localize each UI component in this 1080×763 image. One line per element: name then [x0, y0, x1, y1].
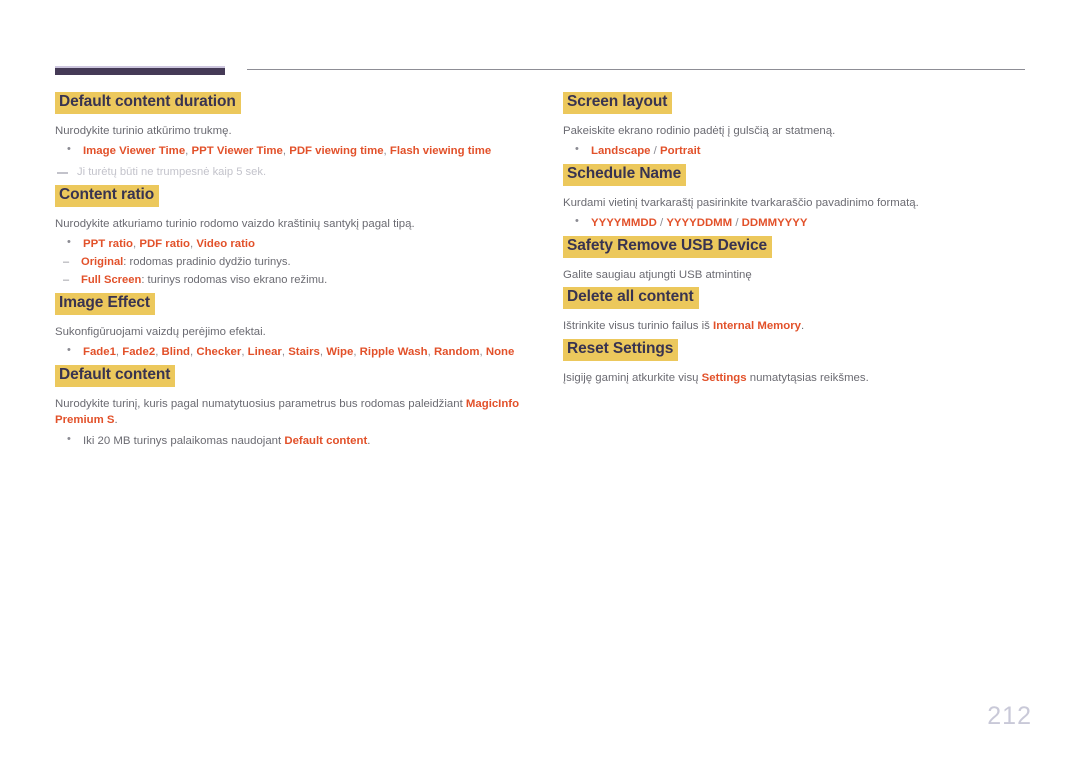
section-body: Kurdami vietinį tvarkaraštį pasirinkite …: [563, 195, 1033, 232]
section-body: Galite saugiau atjungti USB atmintinę: [563, 267, 1033, 284]
highlighted-term: PPT Viewer Time: [191, 145, 283, 158]
option-list: Iki 20 MB turinys palaikomas naudojant D…: [55, 432, 535, 450]
manual-section: Default content duration Nurodykite turin…: [55, 92, 535, 181]
section-body: Sukonfigūruojami vaizdų perėjimo efektai…: [55, 324, 535, 361]
manual-section: Safety Remove USB Device Galite saugiau a…: [563, 235, 1033, 284]
highlighted-term: None: [485, 346, 515, 359]
section-heading: Safety Remove USB Device: [563, 235, 773, 258]
option-list: Fade1, Fade2, Blind, Checker, Linear, St…: [55, 343, 535, 361]
highlighted-term: Flash viewing time: [389, 145, 492, 158]
highlighted-term: Ripple Wash: [359, 346, 428, 359]
section-heading: Default content duration: [55, 92, 241, 114]
text-run: : rodomas pradinio dydžio turinys.: [123, 255, 291, 268]
page-header-rules: [0, 0, 1080, 80]
section-heading: Schedule Name: [563, 163, 687, 186]
highlighted-term: Wipe: [326, 346, 354, 359]
highlighted-term: PDF ratio: [139, 238, 190, 251]
option-list: PPT ratio, PDF ratio, Video ratio Origina…: [55, 235, 535, 289]
section-description: Ištrinkite visus turinio failus iš Inter…: [563, 318, 1033, 335]
manual-section: Image Effect Sukonfigūruojami vaizdų perė…: [55, 292, 535, 361]
highlighted-term: PDF viewing time: [289, 145, 384, 158]
highlighted-term: Fade2: [122, 346, 156, 359]
text-run: : turinys rodomas viso ekrano režimu.: [141, 273, 328, 286]
text-run: numatytąsias reikšmes.: [746, 371, 869, 384]
section-body: Ištrinkite visus turinio failus iš Inter…: [563, 318, 1033, 335]
highlighted-term: Video ratio: [196, 238, 255, 251]
section-heading: Image Effect: [55, 292, 155, 315]
highlighted-term: Fade1: [83, 346, 116, 359]
manual-section: Content ratio Nurodykite atkuriamo turini…: [55, 184, 535, 289]
option-sublist: Original: rodomas pradinio dydžio turiny…: [55, 255, 535, 289]
manual-section: Reset Settings Įsigiję gaminį atkurkite v…: [563, 338, 1033, 387]
section-body: Įsigiję gaminį atkurkite visų Settings n…: [563, 370, 1033, 387]
highlighted-term: YYYYDDMM: [666, 217, 733, 230]
header-thin-rule: [247, 69, 1025, 70]
option-list-item: YYYYMMDD / YYYYDDMM / DDMMYYYY: [563, 214, 1033, 232]
highlighted-term: Original: [81, 255, 124, 268]
section-heading: Reset Settings: [563, 338, 679, 361]
separator: /: [656, 217, 667, 230]
section-body: Nurodykite turinį, kuris pagal numatytuo…: [55, 396, 535, 450]
section-description: Nurodykite atkuriamo turinio rodomo vaiz…: [55, 217, 415, 230]
text-run: .: [801, 320, 805, 333]
left-column: Default content duration Nurodykite turin…: [55, 92, 535, 453]
highlighted-term: Linear: [247, 346, 282, 359]
highlighted-term: Internal Memory: [713, 320, 802, 333]
manual-section: Schedule Name Kurdami vietinį tvarkaraštį…: [563, 163, 1033, 232]
section-description: Nurodykite turinį, kuris pagal numatytuo…: [55, 396, 535, 429]
section-description: Nurodykite turinio atkūrimo trukmę.: [55, 124, 232, 137]
highlighted-term: Random: [433, 346, 480, 359]
manual-section: Default content Nurodykite turinį, kuris …: [55, 364, 535, 450]
highlighted-term: PPT ratio: [83, 238, 134, 251]
highlighted-term: Portrait: [660, 145, 701, 158]
option-list: Landscape / Portrait: [563, 142, 1033, 160]
manual-section: Delete all content Ištrinkite visus turin…: [563, 287, 1033, 334]
highlighted-term: DDMMYYYY: [741, 217, 808, 230]
option-sublist-item: Original: rodomas pradinio dydžio turiny…: [55, 255, 535, 271]
text-run: .: [367, 434, 371, 447]
section-note: Ji turėtų būti ne trumpesnė kaip 5 sek.: [55, 165, 535, 181]
option-list: YYYYMMDD / YYYYDDMM / DDMMYYYY: [563, 214, 1033, 232]
separator: /: [732, 217, 742, 230]
section-body: Nurodykite atkuriamo turinio rodomo vaiz…: [55, 216, 535, 289]
text-run: Nurodykite turinį, kuris pagal numatytuo…: [55, 397, 466, 410]
section-heading: Content ratio: [55, 184, 160, 207]
right-column: Screen layout Pakeiskite ekrano rodinio p…: [563, 92, 1033, 390]
highlighted-term: Stairs: [288, 346, 320, 359]
page-number: 212: [987, 702, 1032, 730]
separator: /: [650, 145, 661, 158]
section-body: Pakeiskite ekrano rodinio padėtį į gulsč…: [563, 123, 1033, 160]
text-run: Iki 20 MB turinys palaikomas naudojant: [83, 434, 285, 447]
highlighted-term: Full Screen: [81, 273, 142, 286]
section-description: Galite saugiau atjungti USB atmintinę: [563, 268, 752, 281]
option-list: Image Viewer Time, PPT Viewer Time, PDF …: [55, 142, 535, 160]
section-description: Įsigiję gaminį atkurkite visų Settings n…: [563, 370, 1033, 387]
option-list-item: Landscape / Portrait: [563, 142, 1033, 160]
manual-page: Default content duration Nurodykite turin…: [0, 0, 1080, 763]
option-list-item: PPT ratio, PDF ratio, Video ratio: [55, 235, 535, 253]
highlighted-term: Checker: [196, 346, 242, 359]
section-body: Nurodykite turinio atkūrimo trukmę. Image…: [55, 123, 535, 181]
section-heading: Screen layout: [563, 92, 673, 114]
section-heading: Delete all content: [563, 287, 699, 310]
section-description: Sukonfigūruojami vaizdų perėjimo efektai…: [55, 325, 266, 338]
section-description: Kurdami vietinį tvarkaraštį pasirinkite …: [563, 196, 919, 209]
option-sublist-item: Full Screen: turinys rodomas viso ekrano…: [55, 273, 535, 289]
section-heading: Default content: [55, 364, 176, 387]
text-run: .: [114, 414, 118, 427]
section-description: Pakeiskite ekrano rodinio padėtį į gulsč…: [563, 124, 836, 137]
option-list-item: Fade1, Fade2, Blind, Checker, Linear, St…: [55, 343, 535, 361]
header-thick-bar: [55, 66, 225, 75]
highlighted-term: Default content: [284, 434, 368, 447]
option-list-item: Iki 20 MB turinys palaikomas naudojant D…: [55, 432, 535, 450]
manual-section: Screen layout Pakeiskite ekrano rodinio p…: [563, 92, 1033, 160]
option-list-item: Image Viewer Time, PPT Viewer Time, PDF …: [55, 142, 535, 160]
highlighted-term: Landscape: [591, 145, 651, 158]
text-run: Ištrinkite visus turinio failus iš: [563, 320, 714, 333]
text-run: Įsigiję gaminį atkurkite visų: [563, 371, 702, 384]
highlighted-term: YYYYMMDD: [591, 217, 657, 230]
highlighted-term: Settings: [701, 371, 747, 384]
highlighted-term: Blind: [161, 346, 191, 359]
highlighted-term: Image Viewer Time: [83, 145, 186, 158]
